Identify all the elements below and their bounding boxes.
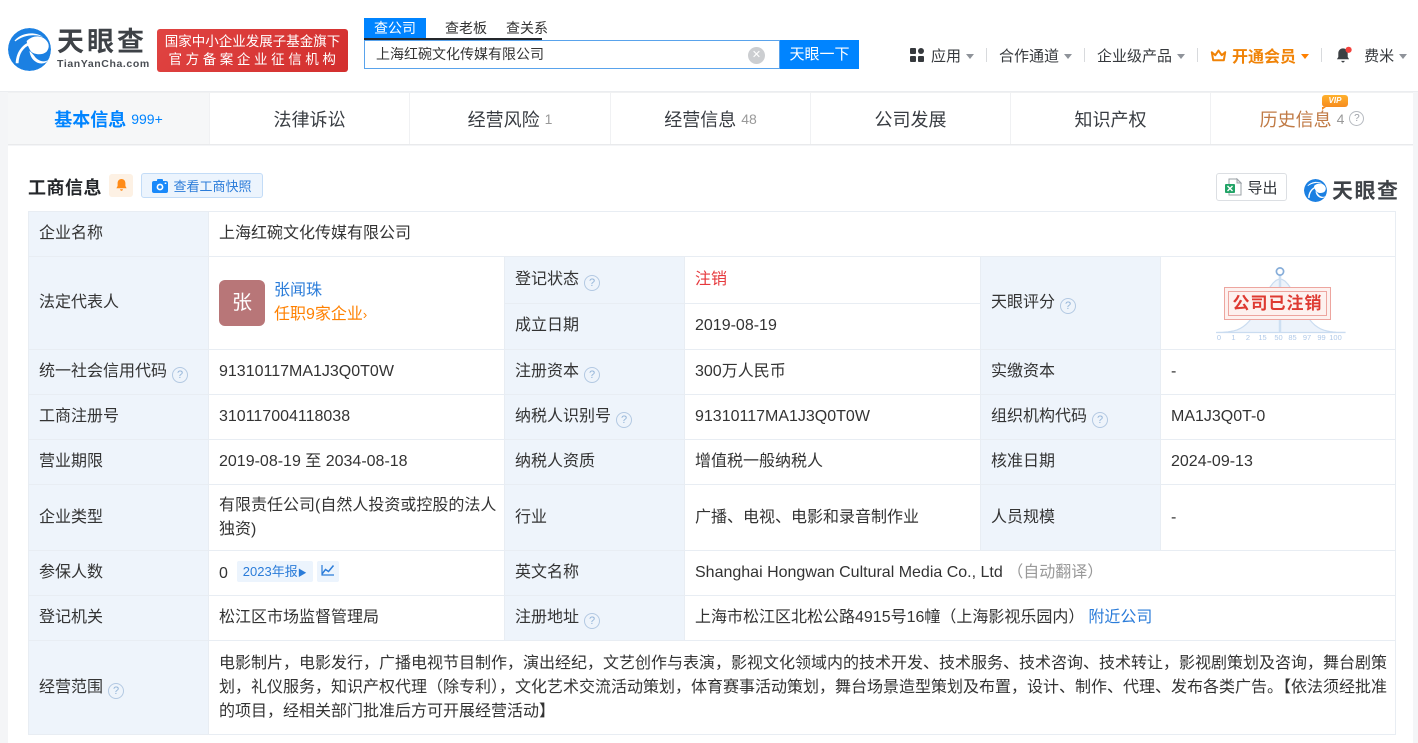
svg-text:15: 15: [1258, 333, 1266, 342]
svg-text:85: 85: [1288, 333, 1296, 342]
svg-text:99: 99: [1317, 333, 1325, 342]
svg-text:1: 1: [1231, 333, 1235, 342]
svg-text:50: 50: [1274, 333, 1282, 342]
svg-text:97: 97: [1303, 333, 1311, 342]
svg-text:2: 2: [1246, 333, 1250, 342]
svg-text:0: 0: [1217, 333, 1221, 342]
svg-text:100: 100: [1329, 333, 1342, 342]
